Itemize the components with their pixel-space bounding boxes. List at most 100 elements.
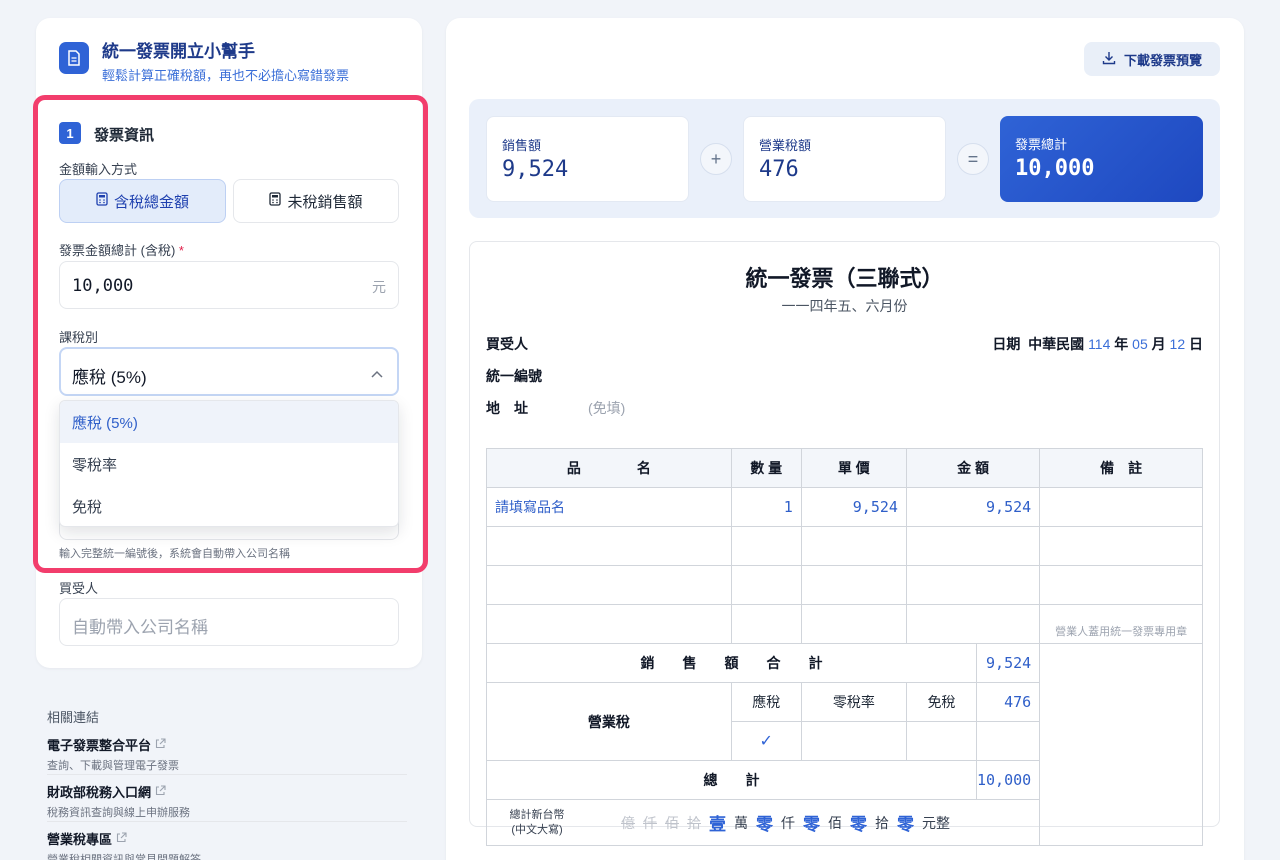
tax-type-dropdown: 應稅 (5%) 零稅率 免稅: [59, 400, 399, 527]
amount-label: 發票金額總計 (含稅) *: [59, 243, 184, 258]
header-qty: 數 量: [730, 448, 802, 488]
buyer-label: 買受人: [59, 581, 99, 596]
caps-unit: 拾: [875, 814, 889, 831]
tax-col-zero: 零稅率: [800, 682, 907, 722]
item-amount-cell: 9,524: [905, 487, 1041, 527]
mode-untaxed-label: 未稅銷售額: [287, 193, 363, 211]
divider: [47, 821, 407, 822]
amount-input[interactable]: 10,000 元: [59, 261, 399, 309]
invoice-date: 日期 中華民國 114 年 05 月 12 日: [992, 336, 1203, 352]
sales-value: 9,524: [502, 157, 569, 182]
caps-digit: 拾: [687, 814, 701, 831]
document-icon: [59, 42, 89, 74]
total-value: 10,000: [1015, 156, 1095, 181]
app-title: 統一發票開立小幫手: [102, 42, 255, 61]
table-row: 營業人蓋用統一發票專用章: [486, 604, 1203, 644]
option-exempt[interactable]: 免稅: [60, 485, 398, 526]
download-icon: [1102, 51, 1116, 68]
tax-value: 476: [759, 157, 799, 182]
equals-icon: =: [957, 143, 989, 175]
date-year: 114: [1088, 336, 1111, 352]
tax-amount-value: 476: [975, 682, 1041, 722]
caps-label: 總計新台幣 (中文大寫): [509, 808, 565, 836]
download-preview-button[interactable]: 下載發票預覽: [1084, 42, 1220, 76]
mode-taxed-button[interactable]: 含稅總金額: [59, 179, 226, 223]
buyer-field-label: 買受人: [486, 336, 528, 352]
header-price: 單 價: [800, 448, 907, 488]
amount-unit: 元: [372, 279, 386, 295]
table-row: [486, 526, 1203, 566]
mode-label: 金額輸入方式: [59, 162, 138, 177]
caps-digit: 零: [850, 815, 867, 834]
header-amount: 金 額: [905, 448, 1041, 488]
mode-taxed-label: 含稅總金額: [113, 193, 189, 211]
date-month: 05: [1132, 336, 1148, 352]
mode-untaxed-button[interactable]: 未稅銷售額: [233, 179, 399, 223]
caps-digit: 億: [621, 814, 635, 831]
caps-digit: 零: [803, 815, 820, 834]
tax-type-label: 課稅別: [59, 330, 99, 345]
step-number-badge: 1: [59, 122, 81, 144]
option-taxable[interactable]: 應稅 (5%): [60, 401, 398, 443]
stamp-area: [1039, 643, 1203, 846]
tax-card: 營業稅額 476: [743, 116, 946, 202]
external-link-icon: [116, 831, 127, 846]
item-price-cell: 9,524: [800, 487, 907, 527]
caps-digits: 億仟佰拾壹萬零仟零佰零拾零元整: [617, 810, 954, 835]
tax-col-exempt: 免稅: [905, 682, 977, 722]
divider: [47, 774, 407, 775]
chinese-caps-row: 總計新台幣 (中文大寫) 億仟佰拾壹萬零仟零佰零拾零元整: [485, 799, 1041, 846]
check-icon: ✓: [730, 721, 802, 761]
amount-value: 10,000: [72, 276, 134, 296]
table-row: [486, 565, 1203, 605]
tax-row-label: 營業稅: [486, 682, 732, 761]
caps-digit: 零: [897, 815, 914, 834]
address-field-label: 地 址: [486, 400, 528, 416]
invoice-items-table: 品 名 數 量 單 價 金 額 備 註 請填寫品名 1 9,524 9,524 …: [485, 448, 1203, 846]
grand-total-value: 10,000: [975, 760, 1041, 800]
table-row: 請填寫品名 1 9,524 9,524: [486, 487, 1203, 527]
item-note-cell: [1039, 487, 1203, 527]
required-marker: *: [178, 243, 184, 258]
address-note: (免填): [588, 400, 626, 416]
grand-total-label: 總 計: [486, 760, 977, 800]
total-card: 發票總計 10,000: [1000, 116, 1203, 202]
date-day: 12: [1169, 336, 1186, 352]
caps-unit: 仟: [781, 814, 795, 831]
chevron-up-icon: [371, 365, 383, 383]
sales-total-value: 9,524: [975, 643, 1041, 683]
link-einvoice-platform[interactable]: 電子發票整合平台 查詢、下載與管理電子發票: [47, 735, 179, 773]
taxid-field-label: 統一編號: [486, 368, 542, 384]
caps-digit: 佰: [665, 814, 679, 831]
caps-unit: 元整: [922, 814, 950, 831]
tax-id-hint: 輸入完整統一編號後，系統會自動帶入公司名稱: [59, 548, 290, 560]
header-name: 品 名: [486, 448, 732, 488]
caps-digit: 壹: [709, 815, 726, 834]
tax-type-select[interactable]: 應稅 (5%): [59, 347, 399, 396]
tax-type-value: 應稅 (5%): [72, 368, 147, 387]
plus-icon: +: [700, 143, 732, 175]
item-name-cell[interactable]: 請填寫品名: [486, 487, 732, 527]
tax-col-taxable: 應稅: [730, 682, 802, 722]
sales-label: 銷售額: [502, 138, 542, 153]
header-note: 備 註: [1039, 448, 1203, 488]
calculator-icon: [269, 192, 282, 210]
invoice-period: 一一四年五、六月份: [781, 298, 908, 314]
buyer-input[interactable]: 自動帶入公司名稱: [59, 598, 399, 646]
buyer-placeholder: 自動帶入公司名稱: [72, 618, 208, 637]
app-subtitle: 輕鬆計算正確稅額，再也不必擔心寫錯發票: [102, 68, 350, 83]
caps-digit: 仟: [643, 814, 657, 831]
total-label: 發票總計: [1015, 137, 1068, 152]
sales-total-label: 銷 售 額 合 計: [486, 643, 977, 683]
external-link-icon: [155, 737, 166, 752]
stamp-note: 營業人蓋用統一發票專用章: [1039, 604, 1203, 644]
caps-digit: 零: [756, 815, 773, 834]
external-link-icon: [155, 784, 166, 799]
caps-unit: 萬: [734, 814, 748, 831]
link-vat-zone[interactable]: 營業稅專區 營業稅相關資訊與常見問題解答: [47, 829, 201, 860]
option-zero-rate[interactable]: 零稅率: [60, 443, 398, 485]
calculator-icon: [96, 192, 108, 210]
link-mof-portal[interactable]: 財政部稅務入口網 稅務資訊查詢與線上申辦服務: [47, 782, 190, 820]
caps-unit: 佰: [828, 814, 842, 831]
step-title: 發票資訊: [94, 127, 155, 144]
